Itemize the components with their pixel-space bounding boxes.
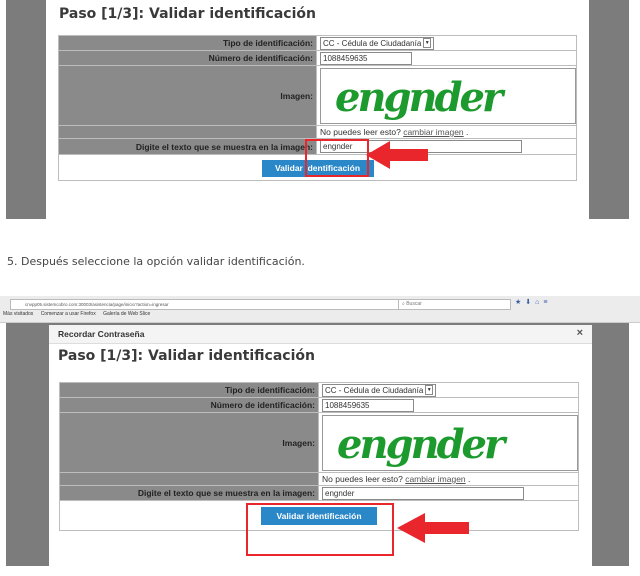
digite-cell-bottom: engnder [318, 485, 579, 501]
browser-toolbar: cnvpp05.sistemcobro.com:30003/asistencia… [0, 296, 640, 323]
page-title-bottom: Paso [1/3]: Validar identificación [58, 348, 315, 364]
tipo-label: Tipo de identificación: [58, 35, 317, 51]
bookmark-galeria-web-slice[interactable]: Galería de Web Slice [103, 311, 150, 317]
cambiar-imagen-link[interactable]: cambiar imagen [403, 127, 463, 137]
numero-label-bottom: Número de identificación: [59, 397, 319, 413]
numero-cell: 1088459635 [316, 50, 577, 66]
captcha-image-bottom: engnder [322, 414, 578, 471]
digite-label: Digite el texto que se muestra en la ima… [58, 138, 317, 155]
chevron-down-icon: ▼ [423, 38, 432, 49]
numero-cell-bottom: 1088459635 [318, 397, 579, 413]
numero-input-bottom[interactable]: 1088459635 [322, 398, 414, 412]
empty-label-cell-bottom [59, 472, 319, 486]
top-screenshot-frame: Paso [1/3]: Validar identificación Tipo … [6, 0, 629, 219]
toolbar-icons: ★⬇⌂≡ [515, 298, 551, 306]
punto-text: . [466, 127, 469, 137]
numero-input[interactable]: 1088459635 [320, 51, 412, 65]
tipo-cell: CC - Cédula de Ciudadanía ▼ [316, 35, 577, 51]
captcha-cell: engnder [316, 65, 577, 126]
captcha-input-bottom[interactable]: engnder [322, 486, 524, 500]
digite-label-bottom: Digite el texto que se muestra en la ima… [59, 485, 319, 501]
cambiar-imagen-link-bottom[interactable]: cambiar imagen [405, 474, 465, 484]
arrow-left-icon [366, 141, 428, 169]
search-icon: ⌕ [402, 301, 405, 307]
arrow-left-icon [397, 513, 469, 543]
empty-label-cell [58, 125, 317, 139]
tipo-cell-bottom: CC - Cédula de Ciudadanía ▼ [318, 382, 579, 398]
bookmark-mas-visitados[interactable]: Más visitados [3, 311, 33, 317]
captcha-text-bottom: engnder [337, 421, 508, 468]
page-title: Paso [1/3]: Validar identificación [59, 6, 316, 22]
punto-text-bottom: . [468, 474, 471, 484]
no-puedes-text-bottom: No puedes leer esto? [322, 474, 403, 484]
tipo-label-bottom: Tipo de identificación: [59, 382, 319, 398]
bookmarks-bar: Más visitados Comenzar a usar Firefox Ga… [3, 311, 156, 317]
validar-button-highlight [246, 503, 394, 556]
close-icon[interactable]: × [577, 327, 583, 339]
captcha-text: engnder [335, 74, 506, 121]
numero-label: Número de identificación: [58, 50, 317, 66]
captcha-cell-bottom: engnder [318, 412, 579, 473]
captcha-input-highlight [305, 139, 369, 177]
menu-icon[interactable]: ≡ [543, 299, 551, 306]
top-form-panel: Paso [1/3]: Validar identificación Tipo … [46, 0, 589, 219]
tipo-select[interactable]: CC - Cédula de Ciudadanía ▼ [320, 36, 435, 50]
chevron-down-icon: ▼ [425, 385, 434, 396]
star-icon[interactable]: ★ [515, 299, 525, 306]
bookmark-comenzar-firefox[interactable]: Comenzar a usar Firefox [41, 311, 96, 317]
url-bar[interactable]: cnvpp05.sistemcobro.com:30003/asistencia… [10, 299, 406, 310]
modal-title: Recordar Contraseña [58, 329, 145, 339]
captcha-image: engnder [320, 67, 576, 124]
instruction-text: 5. Después seleccione la opción validar … [7, 255, 305, 268]
search-bar[interactable]: ⌕ Buscar [398, 299, 511, 310]
captcha-help: No puedes leer esto? cambiar imagen . [316, 125, 577, 139]
modal-header: Recordar Contraseña × [49, 325, 592, 344]
download-icon[interactable]: ⬇ [525, 299, 535, 306]
imagen-label: Imagen: [58, 65, 317, 126]
no-puedes-text: No puedes leer esto? [320, 127, 401, 137]
captcha-help-bottom: No puedes leer esto? cambiar imagen . [318, 472, 579, 486]
tipo-select-bottom[interactable]: CC - Cédula de Ciudadanía ▼ [322, 383, 437, 397]
imagen-label-bottom: Imagen: [59, 412, 319, 473]
